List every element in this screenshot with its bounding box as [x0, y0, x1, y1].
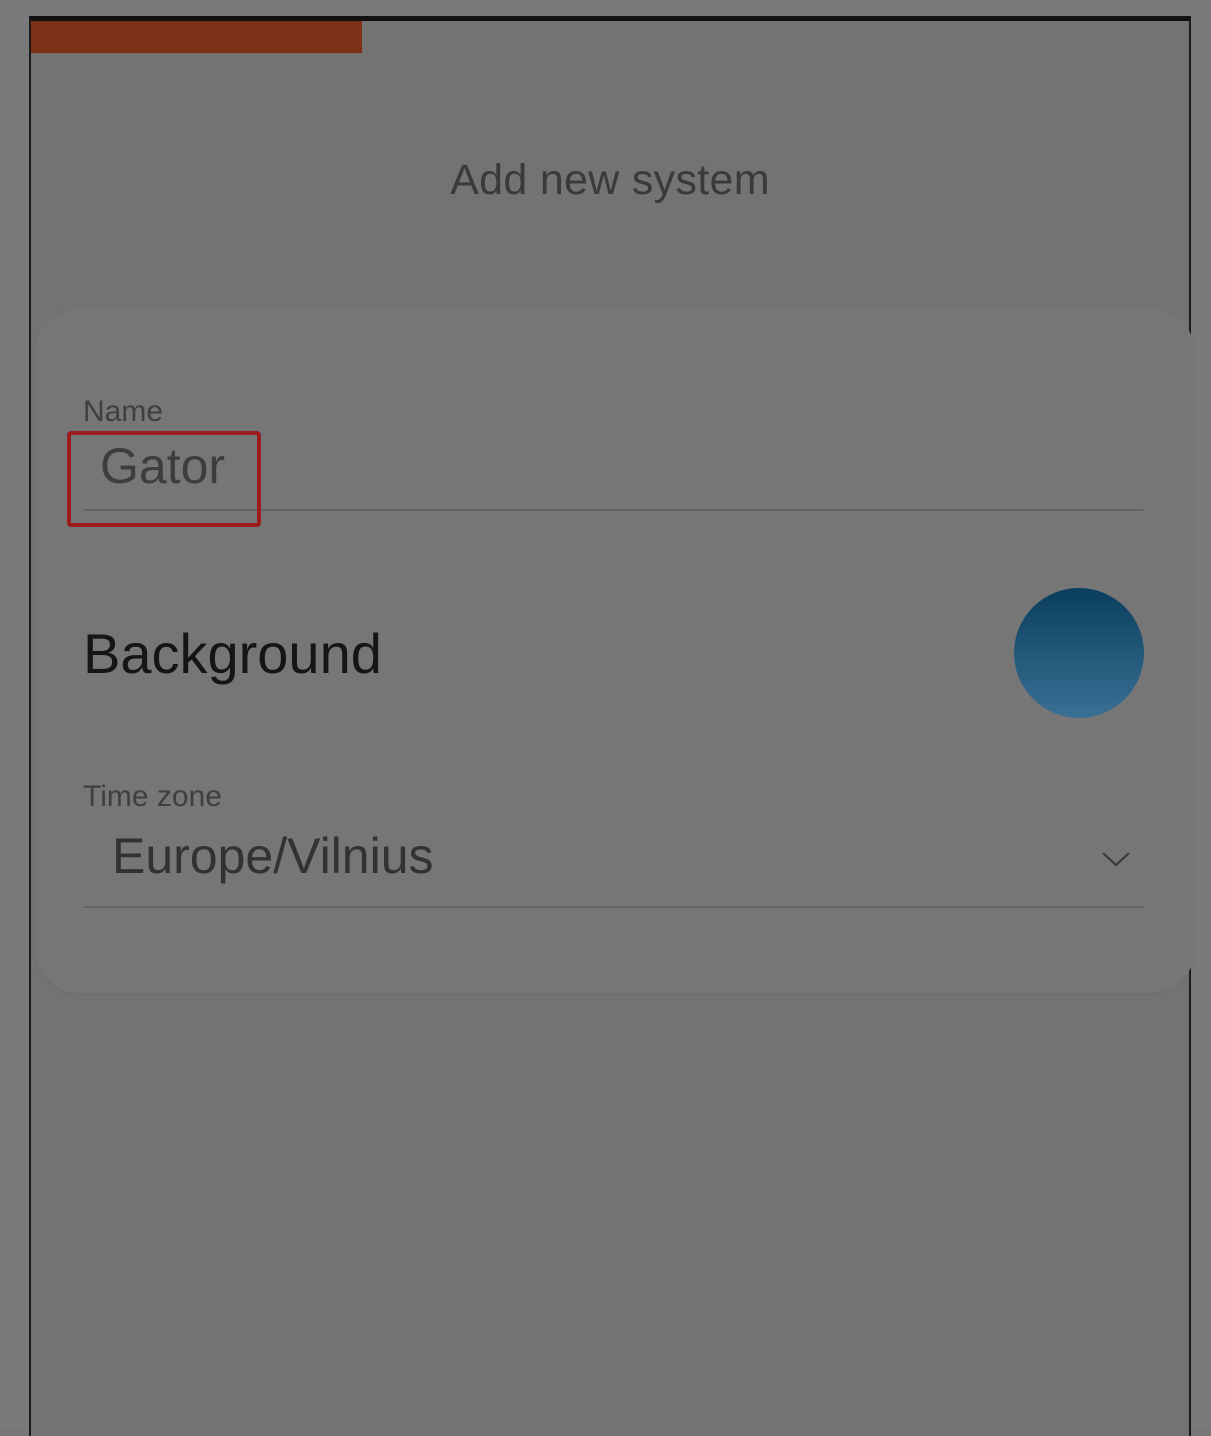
page-title: Add new system: [450, 156, 770, 204]
progress-indicator: [31, 21, 362, 53]
background-color-swatch[interactable]: [1014, 588, 1144, 718]
time-zone-underline: [83, 906, 1143, 908]
system-form-card: Name Gator Background Time zone Europe/V…: [35, 309, 1195, 993]
time-zone-value: Europe/Vilnius: [112, 828, 434, 884]
time-zone-label: Time zone: [83, 780, 222, 813]
app-frame: Add new system Name Gator Background Tim…: [0, 0, 1211, 1436]
time-zone-select[interactable]: Time zone Europe/Vilnius: [35, 769, 1195, 919]
chevron-down-icon: [1102, 852, 1130, 867]
name-highlight-box: [67, 431, 261, 527]
phone-screen: Add new system Name Gator Background Tim…: [29, 16, 1195, 1436]
background-label: Background: [83, 622, 382, 685]
name-label: Name: [83, 395, 164, 428]
